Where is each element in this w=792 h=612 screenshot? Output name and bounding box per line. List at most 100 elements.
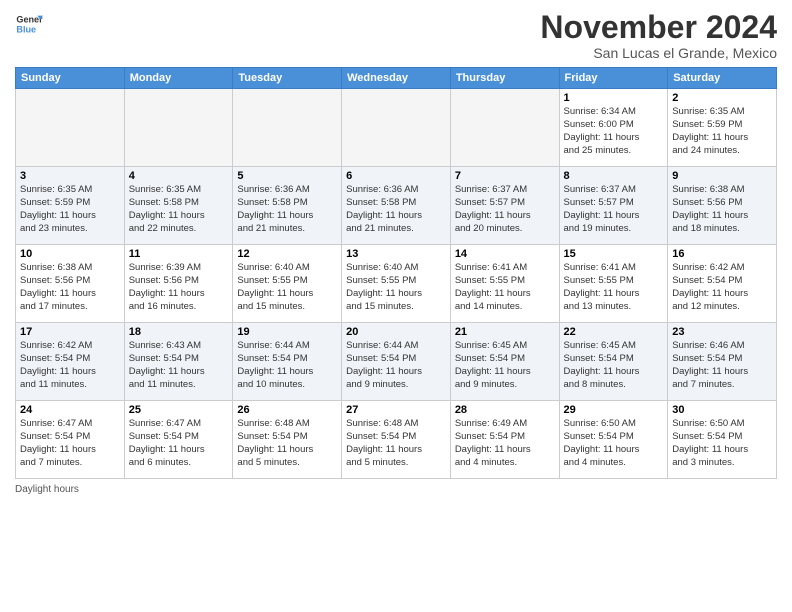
table-row: 26 Sunrise: 6:48 AM Sunset: 5:54 PM Dayli… [233,401,342,479]
day-number: 20 [346,326,446,338]
day-info: Sunrise: 6:48 AM Sunset: 5:54 PM Dayligh… [237,418,337,469]
table-row: 27 Sunrise: 6:48 AM Sunset: 5:54 PM Dayli… [342,401,451,479]
day-info: Sunrise: 6:35 AM Sunset: 5:58 PM Dayligh… [129,184,229,235]
day-info: Sunrise: 6:35 AM Sunset: 5:59 PM Dayligh… [672,106,772,157]
day-info: Sunrise: 6:43 AM Sunset: 5:54 PM Dayligh… [129,340,229,391]
table-row: 7Sunrise: 6:37 AM Sunset: 5:57 PM Daylig… [450,167,559,245]
day-info: Sunrise: 6:45 AM Sunset: 5:54 PM Dayligh… [564,340,664,391]
table-row: 18 Sunrise: 6:43 AM Sunset: 5:54 PM Dayli… [124,323,233,401]
col-sunday: Sunday [16,68,125,89]
day-number: 23 [672,326,772,338]
col-monday: Monday [124,68,233,89]
col-friday: Friday [559,68,668,89]
table-row: 1 Sunrise: 6:34 AM Sunset: 6:00 PM Daylig… [559,89,668,167]
day-info: Sunrise: 6:50 AM Sunset: 5:54 PM Dayligh… [672,418,772,469]
day-info: Sunrise: 6:38 AM Sunset: 5:56 PM Dayligh… [20,262,120,313]
table-row: 17Sunrise: 6:42 AM Sunset: 5:54 PM Dayli… [16,323,125,401]
day-number: 28 [455,404,555,416]
day-info: Sunrise: 6:40 AM Sunset: 5:55 PM Dayligh… [346,262,446,313]
day-info: Sunrise: 6:39 AM Sunset: 5:56 PM Dayligh… [129,262,229,313]
day-number: 6 [346,170,446,182]
day-info: Sunrise: 6:47 AM Sunset: 5:54 PM Dayligh… [20,418,120,469]
day-info: Sunrise: 6:35 AM Sunset: 5:59 PM Dayligh… [20,184,120,235]
day-number: 10 [20,248,120,260]
day-number: 21 [455,326,555,338]
day-info: Sunrise: 6:34 AM Sunset: 6:00 PM Dayligh… [564,106,664,157]
table-row: 20 Sunrise: 6:44 AM Sunset: 5:54 PM Dayli… [342,323,451,401]
day-number: 25 [129,404,229,416]
day-number: 29 [564,404,664,416]
day-number: 9 [672,170,772,182]
table-row: 29Sunrise: 6:50 AM Sunset: 5:54 PM Dayli… [559,401,668,479]
table-row: 10 Sunrise: 6:38 AM Sunset: 5:56 PM Dayli… [16,245,125,323]
table-row: 25 Sunrise: 6:47 AM Sunset: 5:54 PM Dayli… [124,401,233,479]
table-row: 4 Sunrise: 6:35 AM Sunset: 5:58 PM Daylig… [124,167,233,245]
day-number: 13 [346,248,446,260]
table-row: 5 Sunrise: 6:36 AM Sunset: 5:58 PM Daylig… [233,167,342,245]
table-row: 22Sunrise: 6:45 AM Sunset: 5:54 PM Dayli… [559,323,668,401]
day-number: 15 [564,248,664,260]
day-info: Sunrise: 6:36 AM Sunset: 5:58 PM Dayligh… [346,184,446,235]
calendar-week-row: 24Sunrise: 6:47 AM Sunset: 5:54 PM Dayli… [16,401,777,479]
calendar-header-row: Sunday Monday Tuesday Wednesday Thursday… [16,68,777,89]
table-row: 16Sunrise: 6:42 AM Sunset: 5:54 PM Dayli… [668,245,777,323]
page-header: General Blue November 2024 San Lucas el … [15,10,777,61]
table-row [16,89,125,167]
day-info: Sunrise: 6:48 AM Sunset: 5:54 PM Dayligh… [346,418,446,469]
day-number: 12 [237,248,337,260]
table-row [450,89,559,167]
table-row [342,89,451,167]
footer: Daylight hours [15,484,777,495]
day-number: 4 [129,170,229,182]
day-number: 30 [672,404,772,416]
table-row: 21Sunrise: 6:45 AM Sunset: 5:54 PM Dayli… [450,323,559,401]
table-row: 24Sunrise: 6:47 AM Sunset: 5:54 PM Dayli… [16,401,125,479]
day-number: 11 [129,248,229,260]
table-row [233,89,342,167]
day-number: 27 [346,404,446,416]
day-info: Sunrise: 6:37 AM Sunset: 5:57 PM Dayligh… [455,184,555,235]
table-row: 9Sunrise: 6:38 AM Sunset: 5:56 PM Daylig… [668,167,777,245]
col-thursday: Thursday [450,68,559,89]
day-info: Sunrise: 6:49 AM Sunset: 5:54 PM Dayligh… [455,418,555,469]
day-info: Sunrise: 6:41 AM Sunset: 5:55 PM Dayligh… [564,262,664,313]
calendar-week-row: 10 Sunrise: 6:38 AM Sunset: 5:56 PM Dayli… [16,245,777,323]
day-info: Sunrise: 6:42 AM Sunset: 5:54 PM Dayligh… [20,340,120,391]
table-row: 8Sunrise: 6:37 AM Sunset: 5:57 PM Daylig… [559,167,668,245]
table-row: 3 Sunrise: 6:35 AM Sunset: 5:59 PM Daylig… [16,167,125,245]
day-number: 8 [564,170,664,182]
day-number: 3 [20,170,120,182]
table-row: 6 Sunrise: 6:36 AM Sunset: 5:58 PM Daylig… [342,167,451,245]
logo-icon: General Blue [15,10,43,38]
day-info: Sunrise: 6:42 AM Sunset: 5:54 PM Dayligh… [672,262,772,313]
day-info: Sunrise: 6:41 AM Sunset: 5:55 PM Dayligh… [455,262,555,313]
calendar-week-row: 3 Sunrise: 6:35 AM Sunset: 5:59 PM Daylig… [16,167,777,245]
calendar-week-row: 17Sunrise: 6:42 AM Sunset: 5:54 PM Dayli… [16,323,777,401]
day-info: Sunrise: 6:44 AM Sunset: 5:54 PM Dayligh… [346,340,446,391]
table-row: 2Sunrise: 6:35 AM Sunset: 5:59 PM Daylig… [668,89,777,167]
day-number: 5 [237,170,337,182]
day-info: Sunrise: 6:36 AM Sunset: 5:58 PM Dayligh… [237,184,337,235]
day-info: Sunrise: 6:40 AM Sunset: 5:55 PM Dayligh… [237,262,337,313]
calendar-table: Sunday Monday Tuesday Wednesday Thursday… [15,67,777,479]
title-block: November 2024 San Lucas el Grande, Mexic… [540,10,777,61]
day-number: 26 [237,404,337,416]
location: San Lucas el Grande, Mexico [540,45,777,61]
table-row: 15 Sunrise: 6:41 AM Sunset: 5:55 PM Dayli… [559,245,668,323]
table-row: 14Sunrise: 6:41 AM Sunset: 5:55 PM Dayli… [450,245,559,323]
col-saturday: Saturday [668,68,777,89]
month-title: November 2024 [540,10,777,45]
table-row: 23Sunrise: 6:46 AM Sunset: 5:54 PM Dayli… [668,323,777,401]
day-number: 19 [237,326,337,338]
svg-text:Blue: Blue [16,24,36,34]
day-info: Sunrise: 6:47 AM Sunset: 5:54 PM Dayligh… [129,418,229,469]
calendar-week-row: 1 Sunrise: 6:34 AM Sunset: 6:00 PM Daylig… [16,89,777,167]
col-tuesday: Tuesday [233,68,342,89]
table-row: 28 Sunrise: 6:49 AM Sunset: 5:54 PM Dayli… [450,401,559,479]
table-row: 11 Sunrise: 6:39 AM Sunset: 5:56 PM Dayli… [124,245,233,323]
table-row: 19 Sunrise: 6:44 AM Sunset: 5:54 PM Dayli… [233,323,342,401]
day-number: 18 [129,326,229,338]
day-info: Sunrise: 6:44 AM Sunset: 5:54 PM Dayligh… [237,340,337,391]
day-number: 1 [564,92,664,104]
table-row: 12 Sunrise: 6:40 AM Sunset: 5:55 PM Dayli… [233,245,342,323]
